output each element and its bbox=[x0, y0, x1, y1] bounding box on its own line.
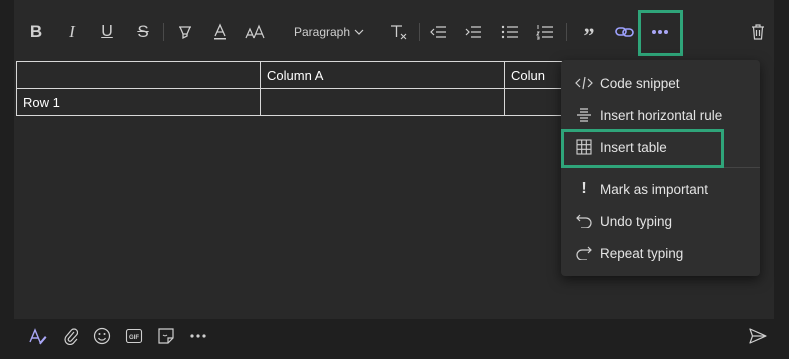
more-options-highlight bbox=[638, 10, 683, 56]
menu-item-label: Mark as important bbox=[600, 181, 709, 197]
chevron-down-icon bbox=[354, 29, 364, 35]
table-cell[interactable] bbox=[260, 88, 505, 116]
menu-item-label: Code snippet bbox=[600, 75, 680, 91]
table-cell[interactable]: Row 1 bbox=[16, 88, 261, 116]
decrease-indent-icon[interactable] bbox=[428, 14, 448, 50]
menu-item-label: Undo typing bbox=[600, 213, 673, 229]
delete-icon[interactable] bbox=[748, 14, 768, 50]
sticker-icon[interactable] bbox=[155, 324, 177, 348]
paragraph-label: Paragraph bbox=[293, 25, 351, 39]
gif-icon[interactable]: GIF bbox=[123, 324, 145, 348]
strikethrough-icon[interactable]: S bbox=[132, 14, 154, 50]
font-color-icon[interactable] bbox=[210, 14, 230, 50]
toolbar-divider bbox=[419, 23, 420, 41]
redo-icon bbox=[574, 246, 594, 260]
attach-icon[interactable] bbox=[60, 324, 82, 348]
paragraph-style-dropdown[interactable]: Paragraph bbox=[292, 14, 366, 50]
more-options-menu: Code snippet Insert horizontal rule Inse… bbox=[561, 60, 760, 276]
menu-item-label: Repeat typing bbox=[600, 245, 684, 261]
format-icon[interactable] bbox=[27, 324, 49, 348]
svg-text:GIF: GIF bbox=[129, 335, 139, 341]
emoji-icon[interactable] bbox=[91, 324, 113, 348]
menu-item-insert-horizontal-rule[interactable]: Insert horizontal rule bbox=[561, 99, 760, 131]
font-size-icon[interactable] bbox=[244, 14, 268, 50]
insert-table-highlight bbox=[561, 129, 724, 168]
menu-item-code-snippet[interactable]: Code snippet bbox=[561, 67, 760, 99]
underline-icon[interactable]: U bbox=[97, 14, 117, 50]
increase-indent-icon[interactable] bbox=[463, 14, 483, 50]
quote-icon[interactable]: ” bbox=[579, 14, 599, 50]
menu-item-label: Insert horizontal rule bbox=[600, 107, 723, 123]
code-icon bbox=[574, 76, 594, 90]
highlight-icon[interactable] bbox=[174, 14, 196, 50]
toolbar-divider bbox=[566, 23, 567, 41]
exclamation-icon: ! bbox=[581, 180, 587, 197]
table-cell[interactable]: Column A bbox=[260, 61, 505, 89]
undo-icon bbox=[574, 214, 594, 228]
table-cell[interactable] bbox=[16, 61, 261, 89]
menu-item-mark-as-important[interactable]: ! Mark as important bbox=[561, 173, 760, 205]
clear-formatting-icon[interactable] bbox=[388, 14, 410, 50]
italic-icon[interactable]: I bbox=[62, 14, 82, 50]
numbered-list-icon[interactable] bbox=[535, 14, 555, 50]
bold-icon[interactable]: B bbox=[26, 14, 46, 50]
more-icon[interactable] bbox=[187, 324, 209, 348]
menu-item-undo-typing[interactable]: Undo typing bbox=[561, 205, 760, 237]
horizontal-rule-icon bbox=[574, 107, 594, 123]
menu-item-repeat-typing[interactable]: Repeat typing bbox=[561, 237, 760, 269]
toolbar-divider bbox=[163, 23, 164, 41]
link-icon[interactable] bbox=[614, 14, 636, 50]
bulleted-list-icon[interactable] bbox=[500, 14, 520, 50]
send-icon[interactable] bbox=[747, 324, 769, 348]
